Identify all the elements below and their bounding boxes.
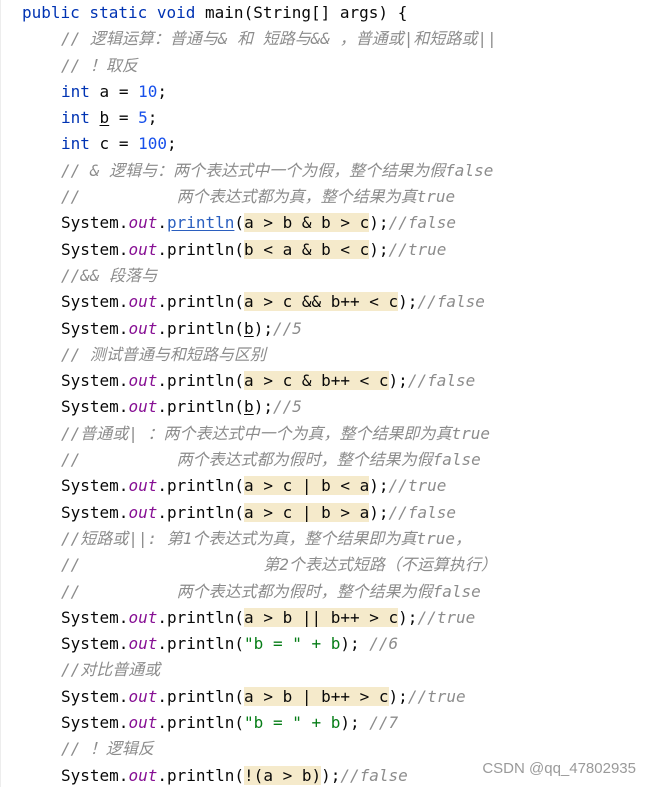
number-literal: 10 <box>138 81 158 101</box>
number-literal: 100 <box>138 134 167 154</box>
println-link: println <box>166 213 235 233</box>
inline-comment: //true <box>388 239 447 259</box>
println-line[interactable]: System.out.println(b < a & b < c);//true <box>22 237 650 263</box>
highlighted-expression: a > b || b++ > c <box>244 607 399 627</box>
println-line[interactable]: System.out.println(b);//5 <box>22 316 650 342</box>
println-line[interactable]: System.out.println(b);//5 <box>22 394 650 420</box>
expression: b <box>244 397 254 417</box>
highlighted-expression: a > b & b > c <box>244 213 370 233</box>
number-literal: 5 <box>138 108 148 128</box>
inline-comment: //5 <box>272 318 302 338</box>
comment-line[interactable]: // 两个表达式都为真，整个结果为真true <box>22 184 650 210</box>
comment-line[interactable]: //普通或| ：两个表达式中一个为真，整个结果即为真true <box>22 421 650 447</box>
type-keyword: int <box>61 81 90 101</box>
println-line[interactable]: System.out.println(a > b | b++ > c);//tr… <box>22 684 650 710</box>
highlighted-expression: a > c | b < a <box>244 476 370 496</box>
highlighted-expression: !(a > b) <box>244 765 322 785</box>
comment-line[interactable]: // ！取反 <box>22 53 650 79</box>
inline-comment: //5 <box>272 397 302 417</box>
highlighted-expression: a > c && b++ < c <box>244 292 399 312</box>
inline-comment: //false <box>417 292 485 312</box>
code-line-main-signature[interactable]: public static void main(String[] args) { <box>22 0 650 26</box>
inline-comment: //false <box>407 371 476 391</box>
inline-comment: //true <box>417 607 476 627</box>
inline-comment: //6 <box>359 634 399 654</box>
watermark: CSDN @qq_47802935 <box>482 760 636 777</box>
println-line[interactable]: System.out.println("b = " + b); //7 <box>22 710 650 736</box>
println-line[interactable]: System.out.println(a > c & b++ < c);//fa… <box>22 368 650 394</box>
highlighted-expression: a > b | b++ > c <box>244 686 389 706</box>
decl-line-c[interactable]: int c = 100; <box>22 131 650 157</box>
comment-line[interactable]: // 两个表达式都为假时，整个结果为假false <box>22 579 650 605</box>
method-name: main <box>205 3 244 22</box>
comment-line[interactable]: // 两个表达式都为假时，整个结果为假false <box>22 447 650 473</box>
modifier-keywords: public static void <box>22 3 196 22</box>
println-line[interactable]: System.out.println(a > c | b < a);//true <box>22 473 650 499</box>
println-line[interactable]: System.out.println(a > c | b > a);//fals… <box>22 500 650 526</box>
string-expression: "b = " + b <box>244 713 341 733</box>
println-line[interactable]: System.out.println(a > c && b++ < c);//f… <box>22 289 650 315</box>
decl-line-a[interactable]: int a = 10; <box>22 79 650 105</box>
highlighted-expression: b < a & b < c <box>244 239 370 259</box>
println-line[interactable]: System.out.println("b = " + b); //6 <box>22 631 650 657</box>
code-body[interactable]: public static void main(String[] args) {… <box>22 0 650 787</box>
type-keyword: int <box>61 134 90 154</box>
highlighted-expression: a > c & b++ < c <box>244 371 389 391</box>
decl-line-b[interactable]: int b = 5; <box>22 105 650 131</box>
expression: b <box>244 318 254 338</box>
comment-line[interactable]: //对比普通或 <box>22 657 650 683</box>
inline-comment: //true <box>407 686 466 706</box>
comment-line[interactable]: //短路或||: 第1个表达式为真，整个结果即为真true， <box>22 526 650 552</box>
inline-comment: //false <box>388 502 456 522</box>
println-line[interactable]: System.out.println(a > b & b > c);//fals… <box>22 210 650 236</box>
gutter-divider <box>0 0 1 787</box>
comment-line[interactable]: // 第2个表达式短路（不运算执行） <box>22 552 650 578</box>
println-line[interactable]: System.out.println(a > b || b++ > c);//t… <box>22 605 650 631</box>
type-keyword: int <box>61 108 90 128</box>
variable-name: a <box>99 81 110 101</box>
comment-line[interactable]: //&& 段落与 <box>22 263 650 289</box>
comment-line[interactable]: // 测试普通与和短路与区别 <box>22 342 650 368</box>
inline-comment: //false <box>388 213 456 233</box>
highlighted-expression: a > c | b > a <box>244 502 370 522</box>
comment-line[interactable]: // & 逻辑与：两个表达式中一个为假，整个结果为假false <box>22 158 650 184</box>
method-params: (String[] args) { <box>243 3 408 22</box>
code-editor[interactable]: public static void main(String[] args) {… <box>0 0 650 787</box>
comment-line[interactable]: // ！逻辑反 <box>22 736 650 762</box>
variable-name: c <box>99 134 110 154</box>
comment-line[interactable]: // 逻辑运算：普通与& 和 短路与&& ，普通或|和短路或|| <box>22 26 650 52</box>
string-expression: "b = " + b <box>244 634 341 654</box>
inline-comment: //false <box>340 765 408 785</box>
variable-name: b <box>99 108 110 128</box>
inline-comment: //true <box>388 476 447 496</box>
inline-comment: //7 <box>359 713 399 733</box>
